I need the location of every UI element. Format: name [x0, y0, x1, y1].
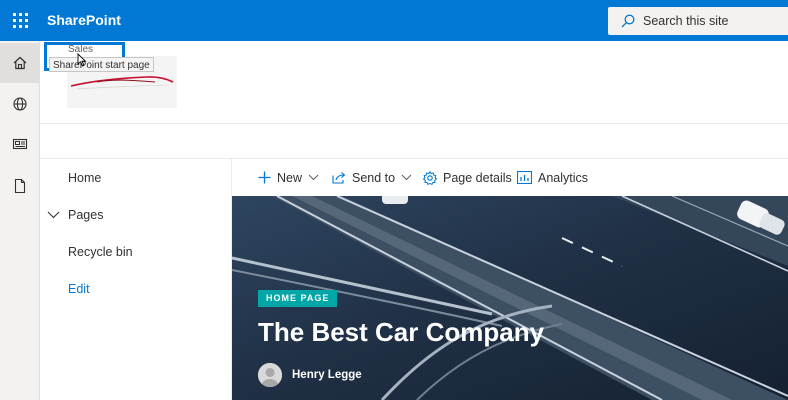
header-divider	[40, 123, 788, 124]
app-launcher-icon[interactable]	[0, 0, 40, 41]
analytics-label: Analytics	[538, 170, 589, 185]
new-button[interactable]: New	[258, 159, 319, 196]
page-details-label: Page details	[443, 170, 512, 185]
file-icon	[14, 178, 26, 194]
chevron-down-icon	[308, 174, 319, 181]
nav-edit-link[interactable]: Edit	[68, 282, 90, 296]
nav-item-pages[interactable]: Pages	[68, 208, 103, 222]
quick-launch-nav: Home Pages Recycle bin Edit	[40, 159, 232, 400]
appbar-news-button[interactable]	[0, 124, 40, 164]
app-bar	[0, 41, 40, 400]
home-icon	[13, 56, 27, 70]
page-type-badge: HOME PAGE	[258, 290, 338, 307]
nav-item-home[interactable]: Home	[68, 171, 101, 185]
page-details-button[interactable]: Page details	[423, 159, 512, 196]
news-icon	[12, 138, 28, 150]
brand-link[interactable]: SharePoint	[47, 12, 121, 28]
search-box[interactable]	[608, 7, 788, 35]
command-bar: New Send to Page details Analytics	[232, 159, 788, 196]
search-icon	[621, 14, 635, 28]
nav-item-recycle-bin[interactable]: Recycle bin	[68, 245, 133, 259]
page-title: The Best Car Company	[258, 317, 545, 347]
plus-icon	[258, 171, 271, 184]
send-to-button[interactable]: Send to	[332, 159, 412, 196]
appbar-home-button[interactable]	[0, 43, 40, 83]
tooltip: SharePoint start page	[49, 57, 154, 72]
send-to-label: Send to	[352, 170, 396, 185]
author-name[interactable]: Henry Legge	[292, 369, 362, 381]
analytics-icon	[517, 171, 532, 184]
new-button-label: New	[277, 170, 303, 185]
chevron-down-icon	[401, 174, 412, 181]
avatar[interactable]	[258, 363, 282, 387]
globe-icon	[13, 97, 27, 111]
author-byline[interactable]: Henry Legge	[258, 363, 362, 387]
appbar-sites-button[interactable]	[0, 84, 40, 124]
chevron-down-icon[interactable]	[47, 211, 60, 219]
share-icon	[332, 172, 346, 184]
suite-bar: SharePoint	[0, 0, 788, 41]
mouse-cursor-icon	[77, 53, 87, 67]
analytics-button[interactable]: Analytics	[517, 159, 588, 196]
appbar-files-button[interactable]	[0, 166, 40, 206]
gear-icon	[423, 170, 437, 185]
person-icon	[258, 363, 282, 387]
hero-banner[interactable]: HOME PAGE The Best Car Company Henry Leg…	[232, 196, 788, 400]
search-input[interactable]	[643, 14, 783, 28]
